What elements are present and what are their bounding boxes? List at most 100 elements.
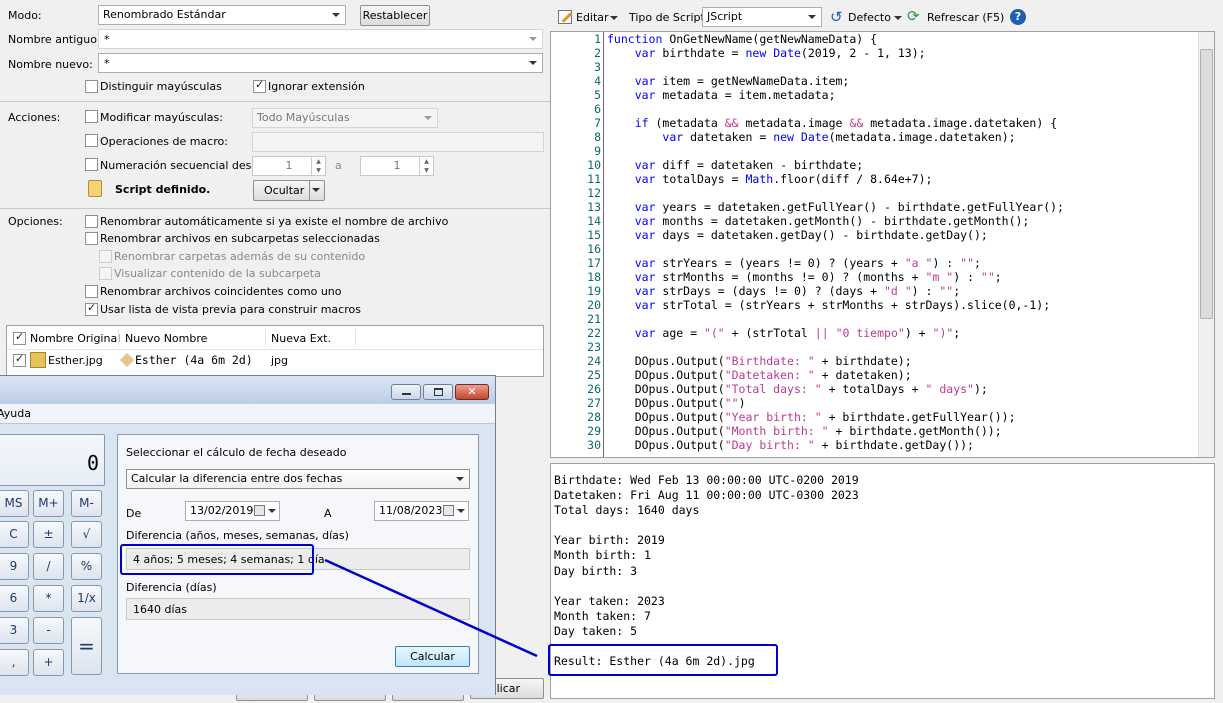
show-subfolder-checkbox[interactable] [99, 267, 112, 280]
case-value: Todo Mayúsculas [257, 111, 350, 124]
case-sensitive-checkbox[interactable] [85, 80, 98, 93]
close-icon[interactable]: ✕ [455, 384, 489, 400]
auto-rename-checkbox[interactable] [85, 215, 98, 228]
chevron-down-icon [457, 509, 465, 513]
rename-folders-checkbox[interactable] [99, 250, 112, 263]
seq-numbering-checkbox[interactable] [85, 158, 98, 171]
macro-ops-checkbox[interactable] [85, 134, 98, 147]
calculate-button[interactable]: Calcular [395, 646, 470, 667]
output-line: Year birth: 2019 [554, 533, 665, 548]
line-number: 13 [587, 200, 601, 214]
line-number: 10 [587, 158, 601, 172]
code-editor[interactable]: 1 2 3 4 5 6 7 8 9 10 11 12 13 14 15 16 17 18 19 20 21 22 23 24 2… [550, 31, 1215, 458]
macro-ops-field[interactable] [252, 132, 544, 152]
line-number: 11 [587, 172, 601, 186]
old-name-field[interactable]: * [98, 29, 543, 49]
chevron-down-icon[interactable] [610, 16, 618, 20]
modify-case-checkbox[interactable] [85, 110, 98, 123]
calc-key[interactable]: 9 [0, 553, 29, 580]
scrollbar-thumb[interactable] [1200, 49, 1213, 319]
highlight-box-diff [120, 544, 314, 575]
hide-button[interactable]: Ocultar [253, 180, 325, 201]
calc-key[interactable]: M+ [33, 490, 64, 517]
code-line: var age = "(" + (strTotal || "0 tiempo")… [634, 326, 961, 340]
table-row[interactable]: Esther.jpg Esther (4a 6m 2d) jpg [7, 350, 543, 372]
calendar-icon [254, 505, 265, 516]
minimize-icon[interactable] [391, 384, 421, 400]
mode-value: Renombrado Estándar [103, 8, 226, 21]
output-line: Day birth: 3 [554, 563, 638, 578]
new-name-field[interactable]: * [98, 53, 543, 73]
refresh-button[interactable]: Refrescar (F5) [927, 11, 1004, 24]
calc-key[interactable]: + [33, 649, 64, 676]
restore-icon[interactable] [423, 384, 453, 400]
seq-to-spinner[interactable]: 1 ▲ ▼ [360, 156, 434, 176]
case-sensitive-label: Distinguir mayúsculas [100, 80, 222, 93]
seq-to-label: a [335, 159, 342, 172]
code-scrollbar[interactable] [1198, 32, 1214, 457]
calc-key[interactable]: % [71, 553, 102, 580]
code-line: var strTotal = (strYears + strMonths + s… [634, 298, 1051, 312]
matching-files-checkbox[interactable] [85, 285, 98, 298]
column-new-name[interactable]: Nuevo Nombre [125, 332, 207, 345]
subfolders-checkbox[interactable] [85, 232, 98, 245]
calc-key[interactable]: 6 [0, 585, 29, 612]
calc-key[interactable]: = [71, 617, 102, 675]
script-type-dropdown[interactable]: JScript [702, 7, 822, 27]
to-label: A [324, 507, 332, 520]
calc-key[interactable]: MS [0, 490, 29, 517]
select-all-checkbox[interactable] [13, 330, 26, 345]
auto-rename-label: Renombrar automáticamente si ya existe e… [100, 215, 449, 228]
preview-list: Nombre Original Nuevo Nombre Nueva Ext. … [6, 325, 544, 377]
calc-key[interactable]: C [0, 521, 29, 548]
spin-down-icon[interactable]: ▼ [311, 166, 325, 175]
code-text[interactable]: function OnGetNewName(getNewNameData) { … [607, 32, 1064, 452]
show-subfolder-label: Visualizar contenido de la subcarpeta [114, 267, 321, 280]
chevron-down-icon[interactable] [894, 16, 902, 20]
calc-key[interactable]: - [33, 617, 64, 644]
calc-key[interactable]: M- [71, 490, 102, 517]
preview-list-checkbox[interactable] [85, 301, 98, 316]
seq-from-spinner[interactable]: 1 ▲ ▼ [252, 156, 326, 176]
code-line: function OnGetNewName(getNewNameData) { [607, 32, 878, 46]
calc-key[interactable]: , [0, 649, 29, 676]
output-line: Datetaken: Fri Aug 11 00:00:00 UTC-0300 … [554, 488, 859, 503]
column-new-ext[interactable]: Nueva Ext. [271, 332, 331, 345]
output-text: Birthdate: Wed Feb 13 00:00:00 UTC-0200 … [554, 473, 859, 669]
chevron-down-icon [332, 13, 340, 17]
spin-up-icon[interactable]: ▲ [419, 157, 433, 166]
code-line: var metadata = item.metadata; [634, 88, 836, 102]
calc-key[interactable]: * [33, 585, 64, 612]
calc-key[interactable]: 1/x [71, 585, 102, 612]
code-line: var birthdate = new Date(2019, 2 - 1, 13… [634, 46, 926, 60]
line-number: 2 [594, 46, 601, 60]
default-button[interactable]: Defecto [848, 11, 891, 24]
reset-button[interactable]: Restablecer [360, 5, 430, 26]
calc-key[interactable]: ± [33, 521, 64, 548]
help-icon[interactable]: ? [1010, 9, 1026, 25]
chevron-down-icon [529, 61, 537, 65]
line-number: 20 [587, 298, 601, 312]
spin-up-icon[interactable]: ▲ [311, 157, 325, 166]
case-dropdown[interactable]: Todo Mayúsculas [252, 108, 438, 128]
calc-key[interactable]: √ [71, 521, 102, 548]
code-line: if (metadata && metadata.image && metada… [634, 116, 1058, 130]
to-date-picker[interactable]: 11/08/2023 [374, 501, 469, 521]
restore-glyph [434, 388, 443, 396]
column-original-name[interactable]: Nombre Original [30, 332, 120, 345]
line-number: 28 [587, 410, 601, 424]
ignore-extension-checkbox[interactable] [253, 78, 266, 93]
help-menu[interactable]: Ayuda [0, 407, 31, 420]
calc-key[interactable]: 3 [0, 617, 29, 644]
spin-down-icon[interactable]: ▼ [419, 166, 433, 175]
rename-folders-label: Renombrar carpetas además de su contenid… [114, 250, 366, 263]
mode-dropdown[interactable]: Renombrado Estándar [98, 5, 346, 25]
calc-mode-dropdown[interactable]: Calcular la diferencia entre dos fechas [126, 469, 470, 489]
row-checkbox[interactable] [13, 352, 26, 367]
line-number: 7 [594, 116, 601, 130]
edit-menu[interactable]: Editar [576, 11, 609, 24]
from-date-picker[interactable]: 13/02/2019 [185, 501, 280, 521]
calc-key[interactable]: / [33, 553, 64, 580]
